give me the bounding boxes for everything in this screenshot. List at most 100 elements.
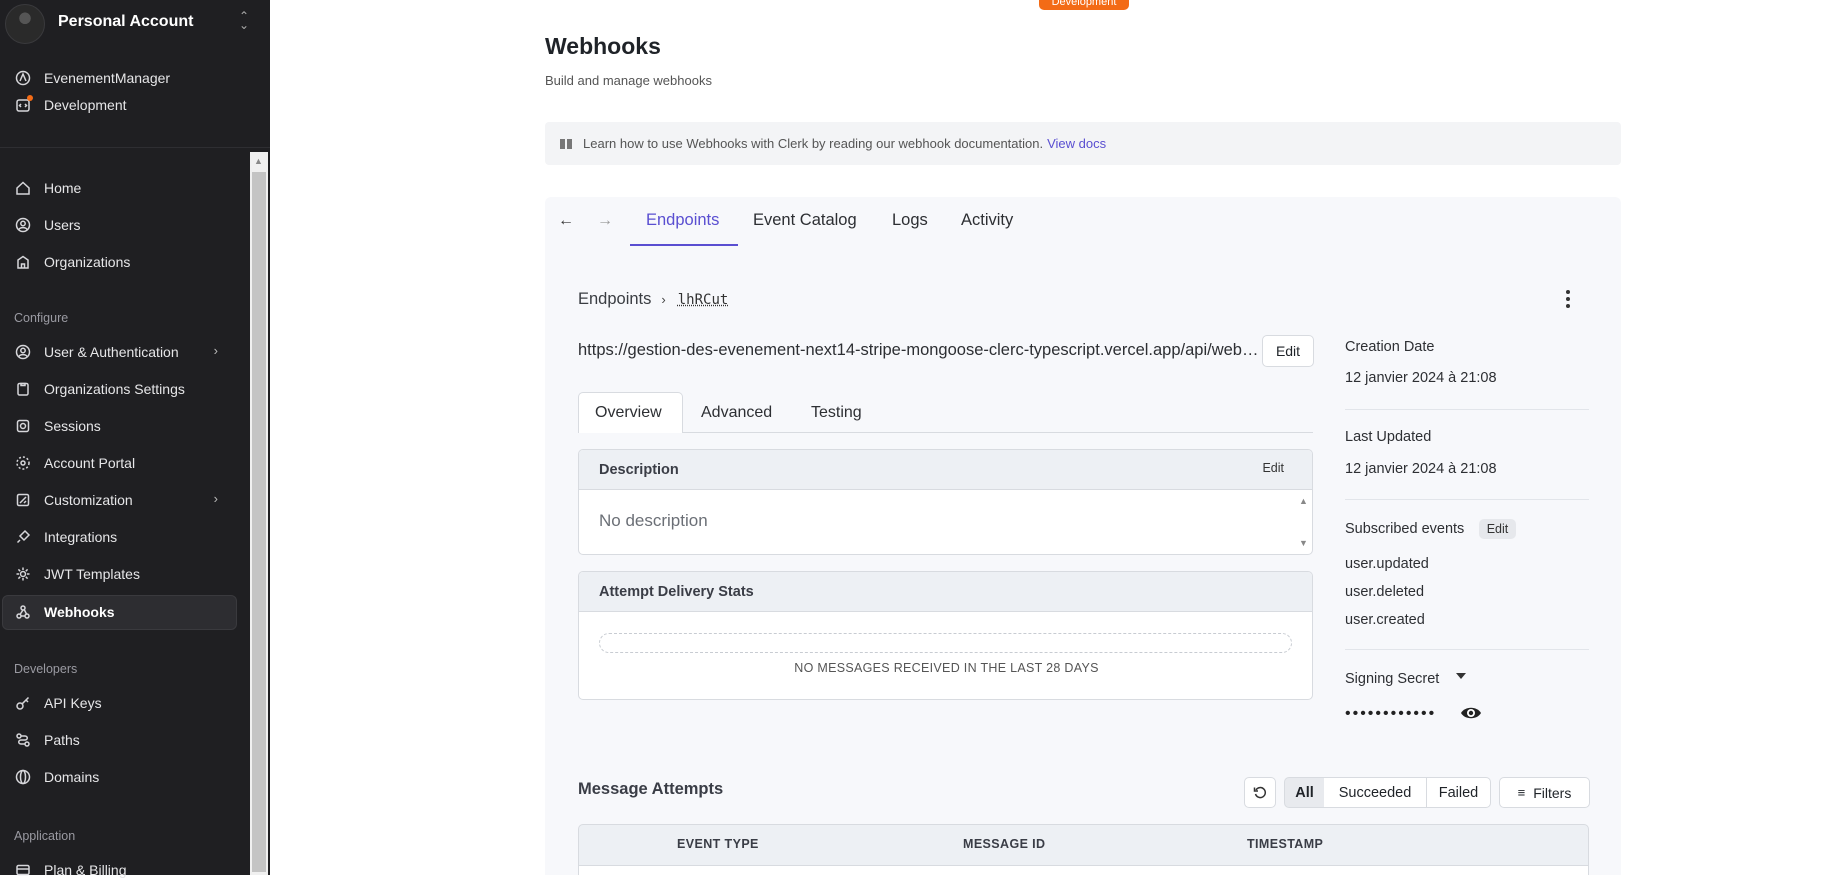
description-value: No description bbox=[599, 511, 708, 530]
breadcrumb: Endpoints › lhRCut bbox=[578, 290, 728, 309]
sidebar-item-label: Customization bbox=[44, 492, 133, 508]
tab-logs[interactable]: Logs bbox=[892, 211, 928, 230]
sidebar-item-user-authentication[interactable]: User & Authentication › bbox=[14, 339, 238, 365]
filters-button-label: Filters bbox=[1533, 784, 1572, 801]
billing-icon bbox=[14, 861, 32, 879]
edit-url-button[interactable]: Edit bbox=[1262, 335, 1314, 367]
clipboard-icon bbox=[14, 380, 32, 398]
forward-arrow-icon[interactable]: → bbox=[597, 212, 613, 230]
sidebar-item-label: Paths bbox=[44, 732, 80, 748]
sidebar-item-label: Domains bbox=[44, 769, 100, 785]
sidebar-item-users[interactable]: Users bbox=[14, 212, 238, 238]
edit-description-button[interactable]: Edit bbox=[1262, 461, 1284, 475]
tab-activity[interactable]: Activity bbox=[961, 211, 1013, 230]
account-switcher[interactable]: Personal Account ⌃ ⌄ bbox=[0, 0, 270, 44]
event-item: user.deleted bbox=[1345, 584, 1425, 600]
section-developers: Developers bbox=[14, 662, 78, 676]
sidebar-item-label: API Keys bbox=[44, 695, 102, 711]
filter-failed[interactable]: Failed bbox=[1426, 777, 1491, 808]
event-item: user.created bbox=[1345, 612, 1425, 628]
scrollbar-thumb[interactable] bbox=[252, 172, 266, 872]
sidebar-item-label: Home bbox=[44, 180, 82, 196]
section-configure: Configure bbox=[14, 311, 69, 325]
sidebar-item-sessions[interactable]: Sessions bbox=[14, 413, 238, 439]
sidebar-item-integrations[interactable]: Integrations bbox=[14, 524, 238, 550]
attempts-table-body bbox=[578, 866, 1589, 875]
filter-succeeded[interactable]: Succeeded bbox=[1324, 777, 1427, 808]
refresh-icon bbox=[1253, 786, 1267, 798]
subscribed-events-label: Subscribed events bbox=[1345, 521, 1465, 537]
book-icon bbox=[560, 138, 572, 149]
avatar bbox=[5, 4, 45, 44]
sidebar-item-paths[interactable]: Paths bbox=[14, 727, 238, 753]
endpoint-url: https://gestion-des-evenement-next14-str… bbox=[578, 341, 1260, 359]
back-arrow-icon[interactable]: ← bbox=[558, 212, 574, 230]
more-options-icon[interactable] bbox=[1562, 288, 1574, 310]
sidebar-item-webhooks[interactable]: Webhooks bbox=[14, 599, 238, 625]
tab-advanced[interactable]: Advanced bbox=[701, 404, 772, 422]
tab-testing[interactable]: Testing bbox=[811, 404, 862, 422]
endpoint-id[interactable]: lhRCut bbox=[678, 292, 729, 308]
column-header-event-type[interactable]: EVENT TYPE bbox=[677, 837, 759, 851]
refresh-button[interactable] bbox=[1244, 777, 1276, 808]
sidebar-item-label: Account Portal bbox=[44, 455, 136, 471]
sidebar-item-api-keys[interactable]: API Keys bbox=[14, 690, 238, 716]
filter-lines-icon: ≡ bbox=[1517, 784, 1526, 800]
caret-down-icon[interactable] bbox=[1456, 673, 1466, 679]
delivery-stats-title: Attempt Delivery Stats bbox=[599, 583, 754, 600]
eye-icon[interactable] bbox=[1460, 704, 1482, 722]
sidebar-item-organizations-settings[interactable]: Organizations Settings bbox=[14, 376, 238, 402]
plug-icon bbox=[14, 528, 32, 546]
docs-banner: Learn how to use Webhooks with Clerk by … bbox=[545, 122, 1621, 165]
event-item: user.updated bbox=[1345, 556, 1429, 572]
sidebar-item-label: Webhooks bbox=[44, 604, 115, 620]
sidebar-item-domains[interactable]: Domains bbox=[14, 764, 238, 790]
app-item-development[interactable]: Development bbox=[14, 93, 127, 117]
sidebar-item-label: Users bbox=[44, 217, 81, 233]
description-scrollbar[interactable]: ▲ ▼ bbox=[1294, 491, 1312, 554]
sidebar-item-label: Sessions bbox=[44, 418, 101, 434]
sidebar-item-jwt-templates[interactable]: JWT Templates bbox=[14, 561, 238, 587]
sidebar-item-home[interactable]: Home bbox=[14, 175, 238, 201]
portal-icon bbox=[14, 454, 32, 472]
message-attempts-title: Message Attempts bbox=[578, 780, 724, 798]
gear-icon bbox=[14, 565, 32, 583]
sidebar-item-label: JWT Templates bbox=[44, 566, 140, 582]
sidebar-divider bbox=[0, 147, 270, 148]
edit-events-button[interactable]: Edit bbox=[1479, 519, 1516, 539]
sidebar-item-plan-billing[interactable]: Plan & Billing bbox=[14, 857, 238, 883]
scroll-up-arrow-icon[interactable]: ▲ bbox=[254, 156, 263, 166]
scroll-up-arrow-icon[interactable]: ▲ bbox=[1299, 496, 1308, 506]
filter-all[interactable]: All bbox=[1284, 777, 1325, 808]
chevron-right-icon: › bbox=[213, 491, 218, 506]
signing-secret-label: Signing Secret bbox=[1345, 671, 1440, 687]
clerk-app-icon bbox=[14, 69, 32, 87]
creation-date-label: Creation Date bbox=[1345, 339, 1435, 355]
filters-button[interactable]: ≡ Filters bbox=[1499, 777, 1590, 808]
tab-event-catalog[interactable]: Event Catalog bbox=[753, 211, 857, 230]
column-header-message-id[interactable]: MESSAGE ID bbox=[963, 837, 1046, 851]
column-header-timestamp[interactable]: TIMESTAMP bbox=[1247, 837, 1323, 851]
view-docs-link[interactable]: View docs bbox=[1047, 136, 1106, 151]
description-card: Description Edit No description ▲ ▼ bbox=[578, 449, 1313, 555]
delivery-stats-empty: NO MESSAGES RECEIVED IN THE LAST 28 DAYS bbox=[794, 661, 1099, 675]
app-item-evenementmanager[interactable]: EvenementManager bbox=[14, 66, 170, 90]
sidebar-item-account-portal[interactable]: Account Portal bbox=[14, 450, 238, 476]
sidebar-scrollbar[interactable]: ▲ bbox=[250, 152, 268, 875]
tab-overview[interactable]: Overview bbox=[595, 404, 662, 422]
path-icon bbox=[14, 731, 32, 749]
inner-tab-divider bbox=[683, 432, 1313, 433]
description-title: Description bbox=[599, 461, 679, 478]
meta-divider bbox=[1345, 409, 1589, 410]
sidebar-item-customization[interactable]: Customization › bbox=[14, 487, 238, 513]
docs-text: Learn how to use Webhooks with Clerk by … bbox=[583, 136, 1044, 151]
breadcrumb-endpoints-link[interactable]: Endpoints bbox=[578, 290, 651, 309]
tab-endpoints[interactable]: Endpoints bbox=[646, 211, 719, 230]
breadcrumb-separator: › bbox=[661, 292, 666, 307]
sidebar-item-organizations[interactable]: Organizations bbox=[14, 249, 238, 275]
user-auth-icon bbox=[14, 343, 32, 361]
dev-instance-icon bbox=[14, 95, 33, 114]
scroll-down-arrow-icon[interactable]: ▼ bbox=[1299, 538, 1308, 548]
active-tab-indicator bbox=[630, 244, 738, 246]
app-item-label: Development bbox=[44, 97, 127, 113]
